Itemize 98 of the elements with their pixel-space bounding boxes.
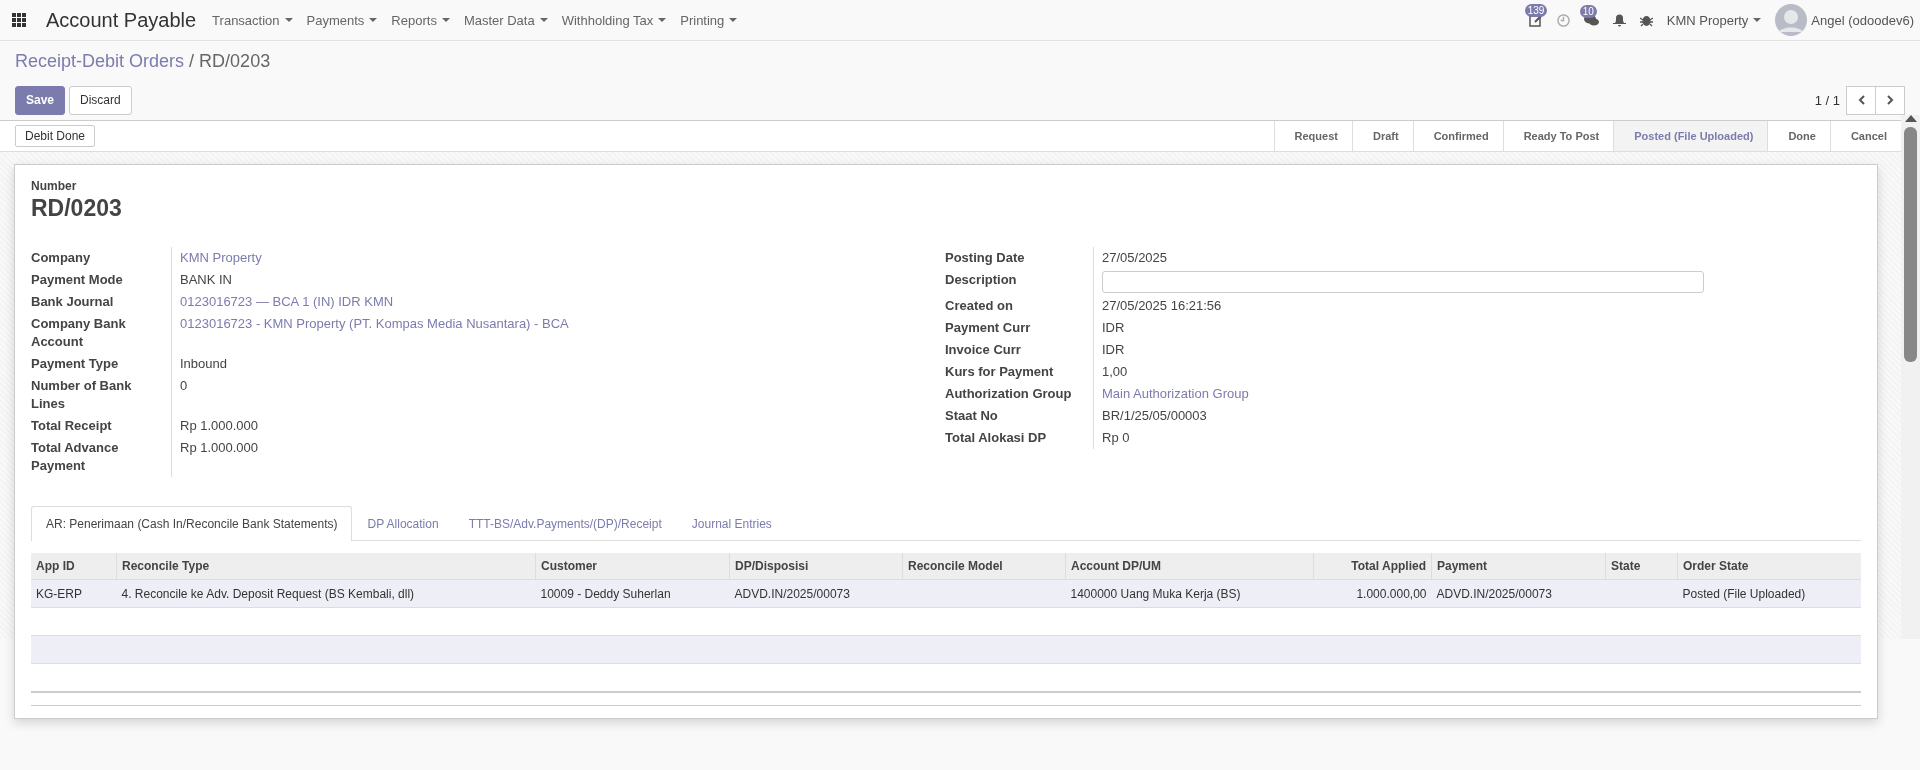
field-value: BR/1/25/05/00003 (1102, 408, 1207, 423)
status-stage[interactable]: Done (1767, 121, 1830, 151)
avatar-icon (1775, 4, 1808, 36)
column-header[interactable]: State (1605, 553, 1678, 580)
column-header[interactable]: Account DP/UM (1065, 553, 1314, 580)
previous-button[interactable] (1846, 85, 1876, 115)
bug-icon[interactable] (1639, 13, 1653, 27)
column-header[interactable]: Payment (1431, 553, 1606, 580)
menu-item[interactable]: Master Data (463, 12, 548, 28)
field-link[interactable]: KMN Property (180, 250, 262, 265)
column-header[interactable]: Customer (535, 553, 730, 580)
field-link[interactable]: Main Authorization Group (1102, 386, 1249, 401)
field-value: BANK IN (180, 272, 232, 287)
field-value: Rp 0 (1102, 430, 1130, 445)
status-stage[interactable]: Posted (File Uploaded) (1613, 121, 1768, 151)
column-header[interactable]: DP/Disposisi (729, 553, 903, 580)
caret-icon (539, 18, 548, 22)
caret-icon (441, 18, 450, 22)
breadcrumb-current: RD/0203 (199, 51, 271, 71)
caret-icon (1753, 18, 1762, 22)
tab[interactable]: TTT-BS/Adv.Payments/(DP)/Receipt (453, 506, 677, 541)
field-label: Payment Type (31, 356, 119, 371)
column-header[interactable]: Reconcile Type (116, 553, 536, 580)
field-label: Kurs for Payment (945, 364, 1054, 379)
scroll-up-icon (1904, 115, 1917, 122)
menu-item[interactable]: Printing (680, 12, 738, 28)
input-field[interactable] (1102, 271, 1704, 293)
field-value: IDR (1102, 320, 1125, 335)
tab[interactable]: Journal Entries (676, 506, 787, 541)
field-label: Company (31, 250, 91, 265)
chevron-right-icon (1886, 95, 1894, 105)
pager-counter: 1 / 1 (1814, 92, 1840, 108)
caret-icon (658, 18, 667, 22)
field-value: 1,00 (1102, 364, 1128, 379)
column-header[interactable]: Total Applied (1313, 553, 1432, 580)
apps-menu-icon[interactable] (12, 13, 26, 27)
caret-icon (729, 18, 738, 22)
field-label: Payment Curr (945, 320, 1031, 335)
discard-button[interactable]: Discard (69, 85, 132, 115)
caret-icon (284, 18, 293, 22)
tab[interactable]: AR: Penerimaan (Cash In/Reconcile Bank Statements) (31, 506, 353, 541)
status-stage[interactable]: Request (1273, 121, 1352, 151)
status-stage[interactable]: Confirmed (1412, 121, 1503, 151)
table-cell: KG-ERP (36, 586, 82, 601)
field-label: Total Advance Payment (31, 440, 119, 473)
table-cell: 1400000 Uang Muka Kerja (BS) (1070, 586, 1241, 601)
field-value: 27/05/2025 (1102, 250, 1168, 265)
field-value: 0 (180, 378, 188, 393)
field-label: Bank Journal (31, 294, 114, 309)
menu-item[interactable]: Reports (391, 12, 450, 28)
field-link[interactable]: 0123016723 - KMN Property (PT. Kompas Media Nusantara) - BCA (180, 316, 569, 331)
table-cell: 4. Reconcile ke Adv. Deposit Request (BS Kembali, dll) (121, 586, 415, 601)
company-switcher[interactable]: KMN Property (1666, 12, 1762, 28)
bell-icon[interactable] (1612, 13, 1626, 27)
field-label: Total Alokasi DP (945, 430, 1047, 445)
menu-item[interactable]: Withholding Tax (561, 12, 667, 28)
field-value: Rp 1.000.000 (180, 440, 259, 455)
column-header[interactable]: App ID (31, 553, 117, 580)
field-value: Inbound (180, 356, 227, 371)
scrollbar[interactable] (1901, 115, 1920, 639)
menu-item[interactable]: Payments (306, 12, 378, 28)
tab[interactable]: DP Allocation (352, 506, 454, 541)
field-label: Authorization Group (945, 386, 1072, 401)
field-value: IDR (1102, 342, 1125, 357)
field-label: Payment Mode (31, 272, 123, 287)
table-cell: Posted (File Uploaded) (1682, 586, 1806, 601)
record-number: RD/0203 (31, 195, 123, 222)
notification-badge: 10 (1579, 4, 1597, 18)
field-link[interactable]: 0123016723 — BCA 1 (IN) IDR KMN (180, 294, 394, 309)
column-header[interactable]: Reconcile Model (902, 553, 1066, 580)
field-label: Description (945, 272, 1017, 287)
field-label: Number of Bank Lines (31, 378, 132, 411)
user-menu[interactable]: Angel (odoodev6) (1775, 4, 1914, 36)
breadcrumb-link[interactable]: Receipt-Debit Orders (15, 51, 185, 71)
field-label: Created on (945, 298, 1013, 313)
field-label: Company Bank Account (31, 316, 126, 349)
chevron-left-icon (1857, 95, 1865, 105)
status-stage[interactable]: Draft (1351, 121, 1413, 151)
breadcrumb-separator: / (189, 51, 195, 71)
menu-item[interactable]: Transaction (212, 12, 293, 28)
app-title: Account Payable (46, 8, 197, 32)
field-label: Number (31, 179, 78, 193)
field-label: Staat No (945, 408, 998, 423)
notification-badge: 139 (1524, 4, 1548, 17)
field-label: Posting Date (945, 250, 1025, 265)
caret-icon (369, 18, 378, 22)
table-cell: 10009 - Deddy Suherlan (540, 586, 671, 601)
next-button[interactable] (1875, 85, 1905, 115)
save-button[interactable]: Save (15, 85, 66, 115)
field-value: 27/05/2025 16:21:56 (1102, 298, 1222, 313)
field-label: Total Receipt (31, 418, 112, 433)
table-cell: ADVD.IN/2025/00073 (1436, 586, 1552, 601)
field-label: Invoice Curr (945, 342, 1021, 357)
table-cell: ADVD.IN/2025/00073 (734, 586, 850, 601)
action-button[interactable]: Debit Done (15, 125, 96, 147)
column-header[interactable]: Order State (1677, 553, 1861, 580)
table-cell: 1.000.000,00 (1356, 586, 1427, 601)
field-value: Rp 1.000.000 (180, 418, 259, 433)
